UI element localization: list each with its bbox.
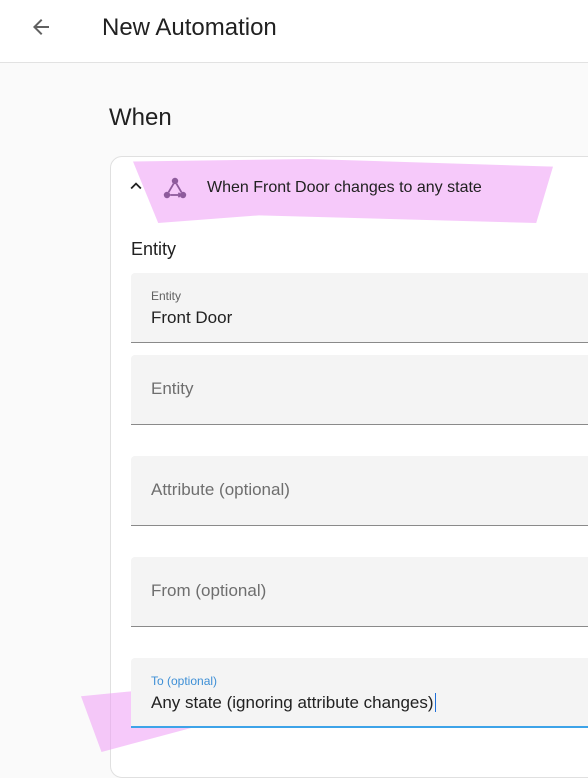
from-field[interactable]: From (optional) xyxy=(131,557,588,627)
attribute-field[interactable]: Attribute (optional) xyxy=(131,456,588,526)
trigger-title: When Front Door changes to any state xyxy=(207,179,482,196)
attribute-field-label: Attribute (optional) xyxy=(151,480,290,499)
from-field-label: From (optional) xyxy=(151,581,267,600)
entity-picker-add[interactable]: Entity xyxy=(131,355,588,425)
arrow-left-icon xyxy=(33,19,49,35)
trigger-header[interactable]: When Front Door changes to any state xyxy=(111,157,588,219)
entity-section-label: Entity xyxy=(131,239,177,259)
to-field[interactable]: To (optional) Any state (ignoring attrib… xyxy=(131,658,588,728)
state-trigger-icon xyxy=(163,177,187,199)
trigger-card: When Front Door changes to any state Ent… xyxy=(81,156,588,778)
text-caret xyxy=(434,693,436,712)
entity-add-label: Entity xyxy=(151,379,194,398)
entity-field-label: Entity xyxy=(151,289,182,303)
entity-field-value: Front Door xyxy=(151,308,233,327)
top-app-bar: New Automation xyxy=(0,0,588,63)
chevron-up-icon[interactable] xyxy=(125,175,147,197)
entity-picker-selected[interactable]: Entity Front Door xyxy=(131,273,588,343)
section-heading-when: When xyxy=(109,104,172,131)
page-title: New Automation xyxy=(102,14,277,41)
to-field-label: To (optional) xyxy=(151,674,218,688)
to-field-value: Any state (ignoring attribute changes) xyxy=(151,693,434,712)
back-button[interactable] xyxy=(26,12,56,42)
to-field-value-wrap: Any state (ignoring attribute changes) xyxy=(151,693,436,713)
